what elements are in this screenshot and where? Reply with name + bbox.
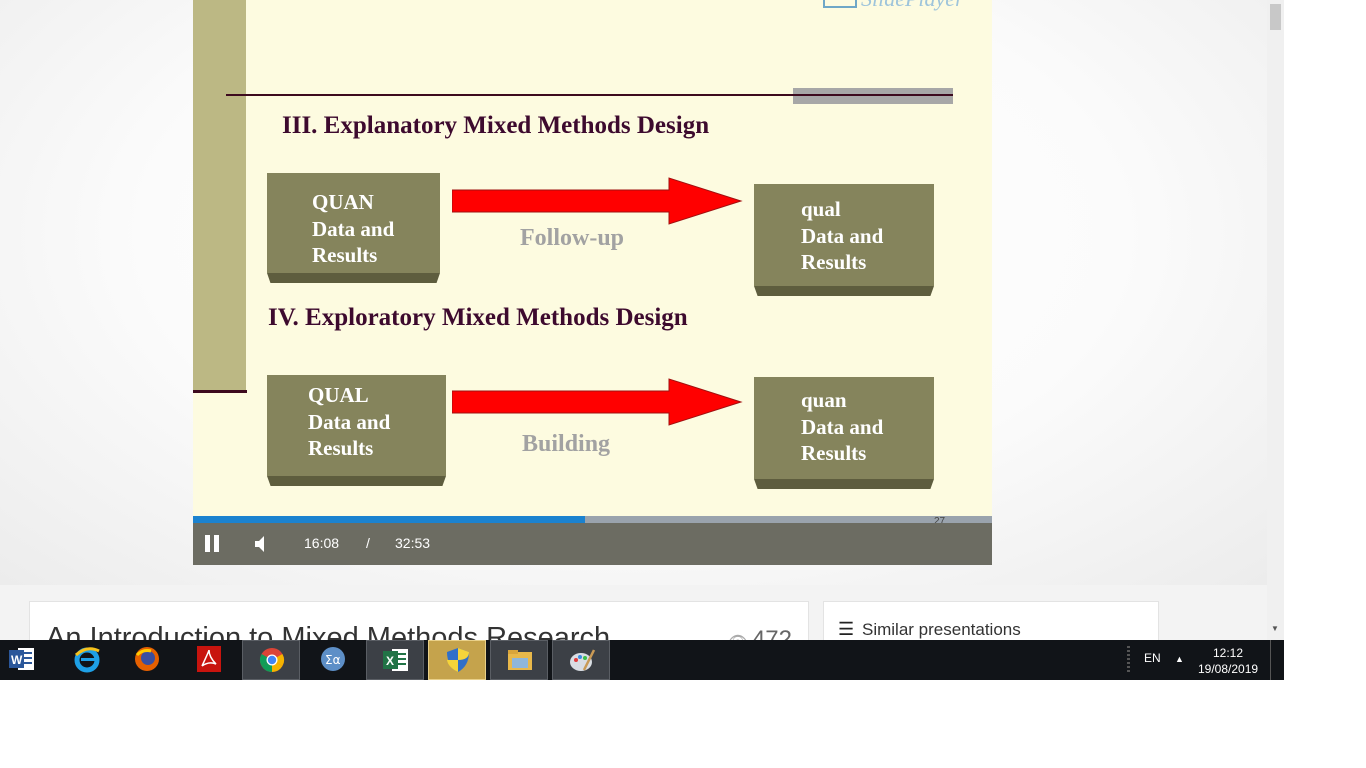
taskbar-math-input[interactable]: Σα	[304, 640, 362, 680]
video-player[interactable]: SlidePlayer III. Explanatory Mixed Metho…	[193, 0, 992, 565]
label-building: Building	[522, 431, 611, 457]
list-icon: ☰	[838, 619, 855, 639]
svg-text:W: W	[11, 653, 23, 667]
taskbar-acrobat[interactable]	[180, 640, 238, 680]
taskbar-excel[interactable]: X	[366, 640, 424, 680]
arrow-right-icon	[452, 177, 743, 225]
word-icon: W	[9, 648, 34, 670]
box-line: Data and	[312, 216, 395, 241]
box-line: Data and	[308, 409, 391, 434]
view-count: 👁472	[728, 626, 792, 641]
video-progress-bar[interactable]	[193, 516, 992, 523]
scroll-down-arrow-icon[interactable]: ▼	[1271, 624, 1279, 633]
taskbar-word[interactable]: W	[0, 640, 58, 680]
box-line: QUAN	[312, 190, 374, 214]
language-indicator[interactable]: EN	[1144, 651, 1161, 665]
slide-header-rule-right	[793, 94, 953, 96]
slide-header-bar	[793, 88, 953, 104]
slideplayer-logo: SlidePlayer	[861, 0, 964, 12]
system-clock[interactable]: 12:12 19/08/2019	[1198, 645, 1258, 677]
box-line: quan	[801, 388, 847, 412]
player-controls: 16:08 / 32:53	[193, 523, 992, 565]
acrobat-icon	[197, 646, 221, 672]
excel-icon: X	[383, 649, 408, 671]
svg-text:Σα: Σα	[325, 653, 341, 667]
show-desktop-button[interactable]	[1270, 640, 1271, 680]
file-explorer-icon	[508, 650, 532, 670]
clock-date: 19/08/2019	[1198, 662, 1259, 676]
similar-presentations-card[interactable]: ☰ Similar presentations	[823, 601, 1159, 641]
taskbar-firefox[interactable]	[118, 640, 176, 680]
presentation-card: An Introduction to Mixed Methods Researc…	[29, 601, 809, 641]
box-qual-data: QUAL Data and Results	[267, 375, 446, 476]
shield-icon	[447, 648, 469, 672]
view-count-value: 472	[751, 626, 792, 641]
slide-side-rule	[193, 390, 247, 393]
box-line: QUAL	[308, 383, 369, 407]
scrollbar-thumb[interactable]	[1270, 4, 1281, 30]
math-icon: Σα	[321, 647, 345, 671]
slideplayer-logo-icon	[823, 0, 857, 8]
box-quan-results: QUAN Data and Results	[267, 173, 440, 273]
total-time: 32:53	[395, 535, 431, 551]
current-time: 16:08	[304, 535, 340, 551]
taskbar-file-explorer[interactable]	[490, 640, 548, 680]
time-separator: /	[366, 535, 370, 551]
taskbar-paint[interactable]	[552, 640, 610, 680]
chevron-up-icon[interactable]: ▲	[1175, 654, 1184, 664]
clock-time: 12:12	[1212, 646, 1244, 660]
ie-icon	[74, 647, 100, 673]
box-line: qual	[801, 197, 841, 221]
presentation-title: An Introduction to Mixed Methods Researc…	[46, 622, 611, 641]
slide-side-band	[193, 0, 246, 390]
video-progress-fill	[193, 516, 585, 523]
chrome-icon	[259, 648, 285, 672]
box-line: Results	[308, 436, 374, 460]
firefox-icon	[135, 647, 159, 671]
paint-icon	[570, 649, 596, 671]
volume-icon[interactable]	[253, 534, 271, 554]
taskbar: W Σα X EN ▲ 12:12 19/08/2019	[0, 640, 1284, 680]
vertical-scrollbar[interactable]: ▼	[1267, 0, 1284, 640]
taskbar-chrome[interactable]	[242, 640, 300, 680]
box-line: Results	[801, 250, 867, 274]
taskbar-ie[interactable]	[58, 640, 116, 680]
arrow-right-icon	[452, 378, 743, 426]
label-follow-up: Follow-up	[520, 225, 625, 251]
pause-icon	[214, 535, 219, 552]
pause-button[interactable]	[205, 535, 221, 552]
heading-exploratory: IV. Exploratory Mixed Methods Design	[268, 304, 688, 331]
box-line: Results	[801, 441, 867, 465]
box-qual-results: qual Data and Results	[754, 184, 934, 286]
box-line: Results	[312, 243, 378, 267]
svg-text:X: X	[386, 654, 394, 668]
taskbar-security[interactable]	[428, 640, 486, 680]
tray-separator	[1127, 646, 1130, 674]
slide-header-rule	[226, 94, 793, 96]
heading-explanatory: III. Explanatory Mixed Methods Design	[282, 112, 710, 139]
box-line: Data and	[801, 414, 884, 439]
box-quan-data: quan Data and Results	[754, 377, 934, 479]
pause-icon	[205, 535, 210, 552]
box-line: Data and	[801, 223, 884, 248]
similar-presentations-label[interactable]: Similar presentations	[862, 620, 1021, 640]
